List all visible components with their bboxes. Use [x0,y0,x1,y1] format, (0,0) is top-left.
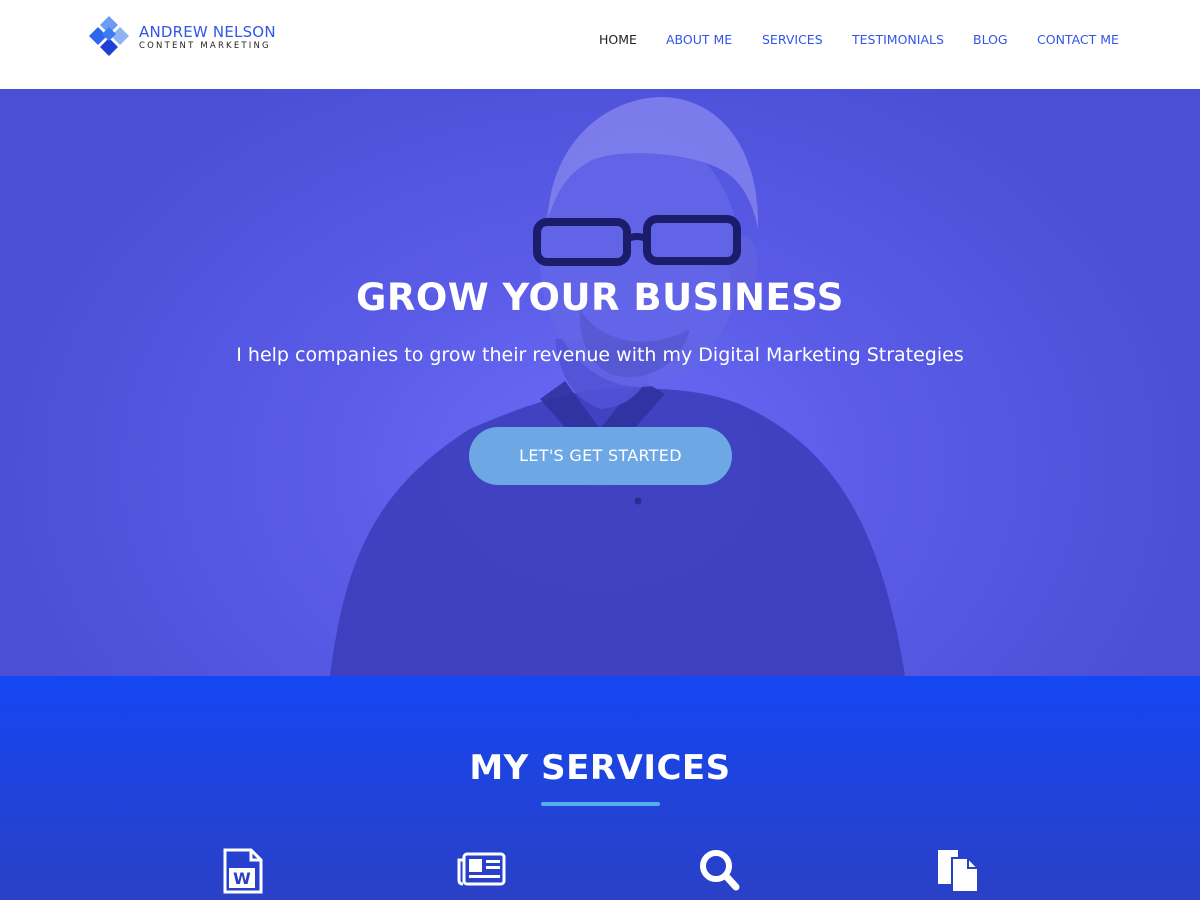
nav-item-services[interactable]: SERVICES [762,31,823,49]
main-nav: HOME ABOUT ME SERVICES TESTIMONIALS BLOG… [0,31,1200,49]
word-document-icon: W [223,848,263,894]
services-title: MY SERVICES [469,748,731,788]
services-section: MY SERVICES W [0,676,1200,900]
site-header: ANDREW NELSON CONTENT MARKETING HOME ABO… [0,0,1200,89]
nav-item-blog[interactable]: BLOG [973,31,1008,49]
hero-portrait-image [330,97,905,676]
search-icon [700,850,740,891]
nav-item-home[interactable]: HOME [599,31,637,49]
get-started-button[interactable]: LET'S GET STARTED [469,427,732,485]
hero-section: GROW YOUR BUSINESS I help companies to g… [0,89,1200,676]
svg-text:W: W [233,869,251,888]
section-divider [541,802,660,806]
hero-title: GROW YOUR BUSINESS [356,276,844,319]
hero-subtitle: I help companies to grow their revenue w… [236,344,964,366]
nav-item-testimonials[interactable]: TESTIMONIALS [852,31,944,49]
newspaper-icon [457,852,506,886]
copy-documents-icon [938,850,979,893]
nav-item-contact-me[interactable]: CONTACT ME [1037,31,1119,49]
nav-item-about-me[interactable]: ABOUT ME [666,31,732,49]
